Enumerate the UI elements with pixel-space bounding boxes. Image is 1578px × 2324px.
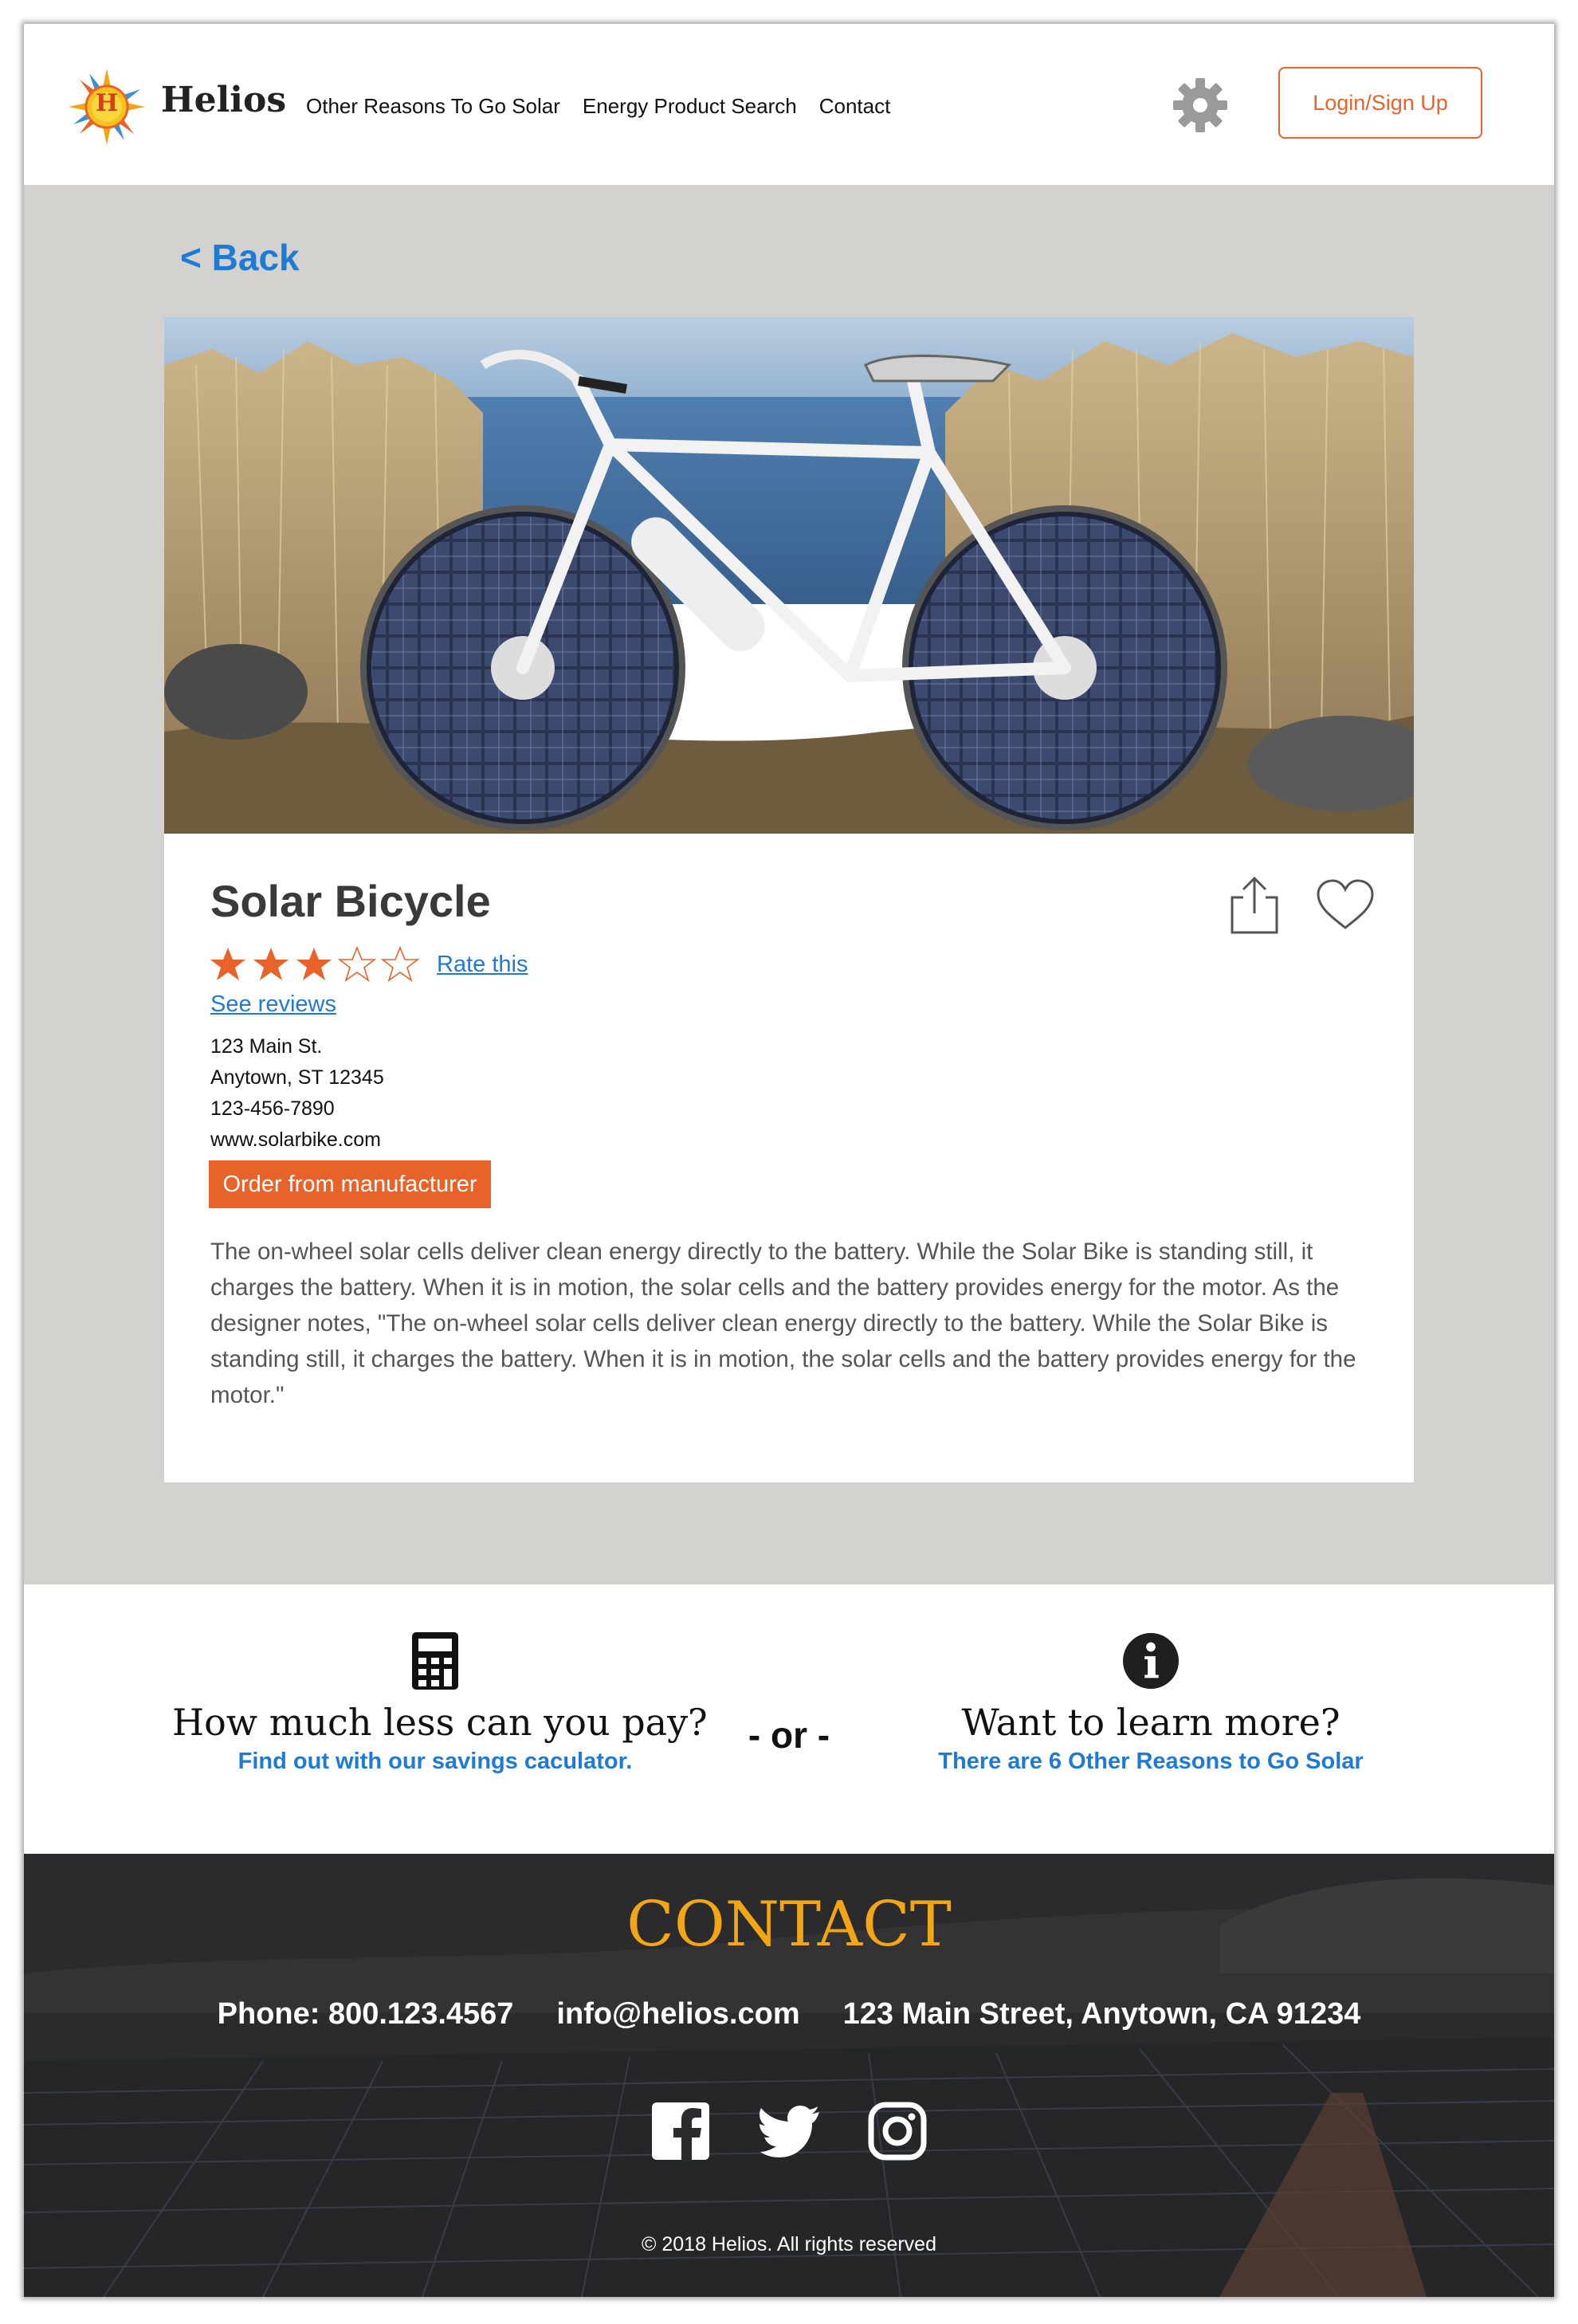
brand-name[interactable]: Helios xyxy=(161,80,286,120)
site-footer: CONTACT Phone: 800.123.4567 info@helios.… xyxy=(24,1854,1554,2297)
info-icon xyxy=(1123,1633,1179,1689)
manufacturer-info: 123 Main St. Anytown, ST 12345 123-456-7… xyxy=(210,1031,384,1156)
share-button[interactable] xyxy=(1226,875,1283,936)
footer-email[interactable]: info@helios.com xyxy=(556,1997,799,2032)
phone-number: 123-456-7890 xyxy=(210,1097,335,1120)
rate-this-link[interactable]: Rate this xyxy=(437,952,528,978)
address-line-2: Anytown, ST 12345 xyxy=(210,1066,384,1089)
footer-phone[interactable]: Phone: 800.123.4567 xyxy=(218,1997,514,2032)
copyright: © 2018 Helios. All rights reserved xyxy=(642,2233,936,2255)
solar-bicycle-image xyxy=(164,317,1414,834)
instagram-icon[interactable] xyxy=(867,2101,928,2161)
star-filled-icon[interactable] xyxy=(209,945,247,983)
or-divider: - or - xyxy=(748,1714,830,1756)
heart-icon xyxy=(1317,879,1374,929)
site-header: H Helios Other Reasons To Go Solar Energ… xyxy=(24,24,1554,185)
nav-item-energy-product-search[interactable]: Energy Product Search xyxy=(583,94,797,119)
main-nav: Other Reasons To Go Solar Energy Product… xyxy=(306,94,890,119)
contact-heading: CONTACT xyxy=(626,1889,952,1961)
favorite-button[interactable] xyxy=(1315,878,1376,931)
product-card: Solar Bicycle Rate this See reviews 123 … xyxy=(164,317,1414,1482)
see-reviews-link[interactable]: See reviews xyxy=(210,991,336,1018)
address-line-1: 123 Main St. xyxy=(210,1035,323,1058)
product-photo xyxy=(164,317,1414,834)
calculator-icon xyxy=(412,1632,458,1690)
facebook-icon[interactable] xyxy=(650,2101,711,2161)
settings-button[interactable] xyxy=(1172,77,1229,134)
contact-details: Phone: 800.123.4567 info@helios.com 123 … xyxy=(24,1997,1554,2032)
page-frame: H Helios Other Reasons To Go Solar Energ… xyxy=(24,24,1554,2297)
savings-cta: How much less can you pay? Find out with… xyxy=(172,1632,708,1775)
star-empty-icon[interactable] xyxy=(338,945,376,983)
other-reasons-link[interactable]: There are 6 Other Reasons to Go Solar xyxy=(920,1749,1382,1775)
cta-section: How much less can you pay? Find out with… xyxy=(24,1584,1554,1854)
logo-letter: H xyxy=(95,89,119,117)
social-links xyxy=(24,2101,1554,2161)
learn-more-cta: Want to learn more? There are 6 Other Re… xyxy=(920,1632,1382,1775)
footer-address: 123 Main Street, Anytown, CA 91234 xyxy=(842,1997,1361,2031)
product-title: Solar Bicycle xyxy=(210,876,491,926)
helios-logo[interactable]: H xyxy=(67,67,147,147)
nav-item-other-reasons[interactable]: Other Reasons To Go Solar xyxy=(306,94,560,119)
star-filled-icon[interactable] xyxy=(252,945,290,983)
back-link[interactable]: < Back xyxy=(180,236,300,279)
order-from-manufacturer-button[interactable]: Order from manufacturer xyxy=(209,1160,491,1208)
savings-calculator-link[interactable]: Find out with our savings caculator. xyxy=(172,1749,698,1775)
savings-title: How much less can you pay? xyxy=(172,1701,708,1744)
star-empty-icon[interactable] xyxy=(381,945,419,983)
share-icon xyxy=(1231,876,1278,934)
product-description: The on-wheel solar cells deliver clean e… xyxy=(210,1239,1356,1408)
nav-item-contact[interactable]: Contact xyxy=(819,94,891,119)
twitter-icon[interactable] xyxy=(759,2101,819,2161)
star-filled-icon[interactable] xyxy=(295,945,333,983)
website: www.solarbike.com xyxy=(210,1129,381,1151)
gear-icon xyxy=(1173,78,1227,132)
main-content: < Back Solar Bicycle Rate this See revie… xyxy=(24,185,1554,1584)
login-signup-button[interactable]: Login/Sign Up xyxy=(1278,67,1482,139)
learn-more-title: Want to learn more? xyxy=(961,1701,1341,1744)
star-rating[interactable] xyxy=(209,945,419,983)
